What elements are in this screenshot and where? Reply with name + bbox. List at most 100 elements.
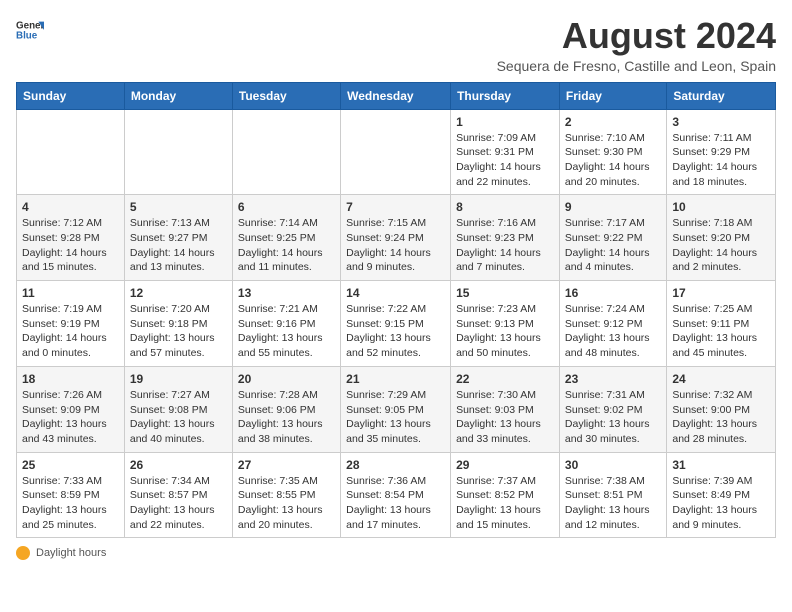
cell-date: 24 <box>672 372 770 386</box>
calendar-cell: 11Sunrise: 7:19 AMSunset: 9:19 PMDayligh… <box>17 281 125 367</box>
calendar-cell: 4 Sunrise: 7:12 AMSunset: 9:28 PMDaylight… <box>17 195 125 281</box>
calendar-cell: 25Sunrise: 7:33 AMSunset: 8:59 PMDayligh… <box>17 452 125 538</box>
calendar-cell <box>17 109 125 195</box>
cell-date: 15 <box>456 286 554 300</box>
cell-date: 4 <box>22 200 119 214</box>
cell-info: Sunrise: 7:37 AMSunset: 8:52 PMDaylight:… <box>456 474 554 533</box>
calendar-cell: 19 Sunrise: 7:27 AMSunset: 9:08 PMDayligh… <box>124 366 232 452</box>
cell-info: Sunrise: 7:09 AMSunset: 9:31 PMDaylight:… <box>456 131 554 190</box>
cell-info: Sunrise: 7:16 AMSunset: 9:23 PMDaylight:… <box>456 216 554 275</box>
cell-info: Sunrise: 7:21 AMSunset: 9:16 PMDaylight:… <box>238 302 335 361</box>
cell-date: 23 <box>565 372 661 386</box>
cell-date: 28 <box>346 458 445 472</box>
calendar-cell: 23 Sunrise: 7:31 AMSunset: 9:02 PMDayligh… <box>559 366 666 452</box>
calendar-cell: 9 Sunrise: 7:17 AMSunset: 9:22 PMDaylight… <box>559 195 666 281</box>
cell-info: Sunrise: 7:34 AMSunset: 8:57 PMDaylight:… <box>130 474 227 533</box>
cell-info: Sunrise: 7:13 AMSunset: 9:27 PMDaylight:… <box>130 216 227 275</box>
cell-date: 18 <box>22 372 119 386</box>
cell-info: Sunrise: 7:39 AMSunset: 8:49 PMDaylight:… <box>672 474 770 533</box>
calendar-cell: 8 Sunrise: 7:16 AMSunset: 9:23 PMDaylight… <box>451 195 560 281</box>
cell-date: 12 <box>130 286 227 300</box>
calendar-cell: 12 Sunrise: 7:20 AMSunset: 9:18 PMDayligh… <box>124 281 232 367</box>
calendar-week-1: 4 Sunrise: 7:12 AMSunset: 9:28 PMDaylight… <box>17 195 776 281</box>
cell-info: Sunrise: 7:22 AMSunset: 9:15 PMDaylight:… <box>346 302 445 361</box>
calendar-cell: 18 Sunrise: 7:26 AMSunset: 9:09 PMDayligh… <box>17 366 125 452</box>
cell-date: 26 <box>130 458 227 472</box>
calendar-week-2: 11Sunrise: 7:19 AMSunset: 9:19 PMDayligh… <box>17 281 776 367</box>
month-year-title: August 2024 <box>497 16 776 56</box>
title-area: August 2024 Sequera de Fresno, Castille … <box>497 16 776 74</box>
cell-info: Sunrise: 7:27 AMSunset: 9:08 PMDaylight:… <box>130 388 227 447</box>
cell-date: 3 <box>672 115 770 129</box>
calendar-cell <box>341 109 451 195</box>
calendar-cell: 1 Sunrise: 7:09 AMSunset: 9:31 PMDaylight… <box>451 109 560 195</box>
svg-text:Blue: Blue <box>16 30 38 41</box>
calendar-cell <box>124 109 232 195</box>
header: General Blue August 2024 Sequera de Fres… <box>16 16 776 74</box>
cell-date: 25 <box>22 458 119 472</box>
cell-info: Sunrise: 7:26 AMSunset: 9:09 PMDaylight:… <box>22 388 119 447</box>
calendar-cell: 13 Sunrise: 7:21 AMSunset: 9:16 PMDayligh… <box>232 281 340 367</box>
calendar-cell: 14 Sunrise: 7:22 AMSunset: 9:15 PMDayligh… <box>341 281 451 367</box>
cell-info: Sunrise: 7:35 AMSunset: 8:55 PMDaylight:… <box>238 474 335 533</box>
cell-info: Sunrise: 7:15 AMSunset: 9:24 PMDaylight:… <box>346 216 445 275</box>
cell-info: Sunrise: 7:29 AMSunset: 9:05 PMDaylight:… <box>346 388 445 447</box>
cell-date: 16 <box>565 286 661 300</box>
cell-date: 21 <box>346 372 445 386</box>
cell-info: Sunrise: 7:17 AMSunset: 9:22 PMDaylight:… <box>565 216 661 275</box>
calendar-cell: 21 Sunrise: 7:29 AMSunset: 9:05 PMDayligh… <box>341 366 451 452</box>
calendar-header-row: SundayMondayTuesdayWednesdayThursdayFrid… <box>17 82 776 109</box>
cell-info: Sunrise: 7:23 AMSunset: 9:13 PMDaylight:… <box>456 302 554 361</box>
cell-info: Sunrise: 7:11 AMSunset: 9:29 PMDaylight:… <box>672 131 770 190</box>
day-header-friday: Friday <box>559 82 666 109</box>
day-header-sunday: Sunday <box>17 82 125 109</box>
cell-date: 13 <box>238 286 335 300</box>
cell-info: Sunrise: 7:20 AMSunset: 9:18 PMDaylight:… <box>130 302 227 361</box>
day-header-thursday: Thursday <box>451 82 560 109</box>
cell-info: Sunrise: 7:12 AMSunset: 9:28 PMDaylight:… <box>22 216 119 275</box>
calendar-week-0: 1 Sunrise: 7:09 AMSunset: 9:31 PMDaylight… <box>17 109 776 195</box>
day-header-saturday: Saturday <box>667 82 776 109</box>
calendar-cell: 3 Sunrise: 7:11 AMSunset: 9:29 PMDaylight… <box>667 109 776 195</box>
cell-date: 8 <box>456 200 554 214</box>
cell-date: 27 <box>238 458 335 472</box>
cell-date: 20 <box>238 372 335 386</box>
footer-note: Daylight hours <box>16 546 776 560</box>
day-header-monday: Monday <box>124 82 232 109</box>
cell-date: 9 <box>565 200 661 214</box>
day-header-wednesday: Wednesday <box>341 82 451 109</box>
cell-info: Sunrise: 7:36 AMSunset: 8:54 PMDaylight:… <box>346 474 445 533</box>
cell-date: 14 <box>346 286 445 300</box>
cell-date: 19 <box>130 372 227 386</box>
cell-info: Sunrise: 7:18 AMSunset: 9:20 PMDaylight:… <box>672 216 770 275</box>
cell-date: 29 <box>456 458 554 472</box>
calendar-cell: 15 Sunrise: 7:23 AMSunset: 9:13 PMDayligh… <box>451 281 560 367</box>
day-header-tuesday: Tuesday <box>232 82 340 109</box>
cell-info: Sunrise: 7:28 AMSunset: 9:06 PMDaylight:… <box>238 388 335 447</box>
calendar-cell: 31Sunrise: 7:39 AMSunset: 8:49 PMDayligh… <box>667 452 776 538</box>
calendar-cell: 2 Sunrise: 7:10 AMSunset: 9:30 PMDaylight… <box>559 109 666 195</box>
calendar-cell: 20 Sunrise: 7:28 AMSunset: 9:06 PMDayligh… <box>232 366 340 452</box>
calendar-cell: 30Sunrise: 7:38 AMSunset: 8:51 PMDayligh… <box>559 452 666 538</box>
calendar-cell: 22Sunrise: 7:30 AMSunset: 9:03 PMDayligh… <box>451 366 560 452</box>
cell-info: Sunrise: 7:31 AMSunset: 9:02 PMDaylight:… <box>565 388 661 447</box>
cell-info: Sunrise: 7:30 AMSunset: 9:03 PMDaylight:… <box>456 388 554 447</box>
logo: General Blue <box>16 16 44 44</box>
cell-date: 11 <box>22 286 119 300</box>
location-subtitle: Sequera de Fresno, Castille and Leon, Sp… <box>497 58 776 74</box>
daylight-label: Daylight hours <box>36 547 106 559</box>
cell-date: 2 <box>565 115 661 129</box>
cell-date: 5 <box>130 200 227 214</box>
calendar-cell: 26 Sunrise: 7:34 AMSunset: 8:57 PMDayligh… <box>124 452 232 538</box>
cell-date: 17 <box>672 286 770 300</box>
cell-date: 7 <box>346 200 445 214</box>
cell-date: 1 <box>456 115 554 129</box>
cell-info: Sunrise: 7:38 AMSunset: 8:51 PMDaylight:… <box>565 474 661 533</box>
calendar-cell: 10Sunrise: 7:18 AMSunset: 9:20 PMDayligh… <box>667 195 776 281</box>
calendar-cell: 16Sunrise: 7:24 AMSunset: 9:12 PMDayligh… <box>559 281 666 367</box>
calendar-cell: 28 Sunrise: 7:36 AMSunset: 8:54 PMDayligh… <box>341 452 451 538</box>
calendar-cell: 27 Sunrise: 7:35 AMSunset: 8:55 PMDayligh… <box>232 452 340 538</box>
sun-icon <box>16 546 30 560</box>
calendar-cell: 24Sunrise: 7:32 AMSunset: 9:00 PMDayligh… <box>667 366 776 452</box>
cell-info: Sunrise: 7:10 AMSunset: 9:30 PMDaylight:… <box>565 131 661 190</box>
